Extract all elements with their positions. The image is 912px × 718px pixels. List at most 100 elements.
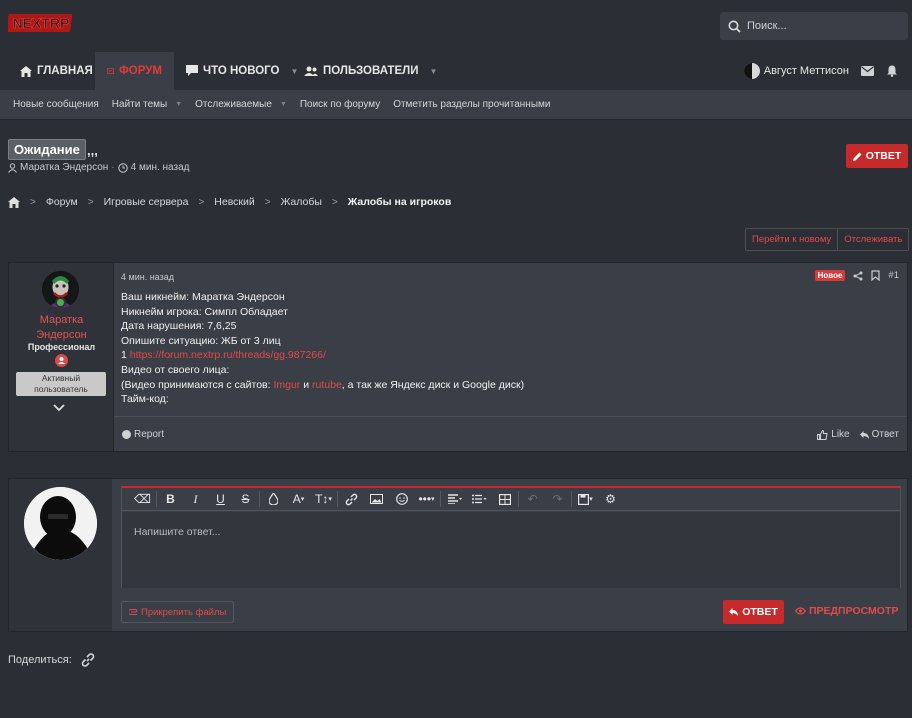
attach-files-button[interactable]: Прикрепить файлы: [121, 601, 235, 623]
thread-author[interactable]: Маратка Эндерсон: [20, 162, 108, 173]
home-icon: [20, 65, 32, 77]
like-label: Like: [831, 429, 850, 440]
submit-reply-button[interactable]: ОТВЕТ: [723, 600, 784, 624]
user-icon: [8, 162, 17, 173]
list-icon[interactable]: [467, 488, 492, 510]
reply-label: Ответ: [871, 429, 899, 440]
search-input[interactable]: Поиск...: [720, 12, 908, 40]
strikethrough-icon[interactable]: S: [233, 488, 258, 510]
goto-new-button[interactable]: Перейти к новому: [746, 229, 837, 250]
link-icon[interactable]: [339, 488, 364, 510]
bold-icon[interactable]: B: [158, 488, 183, 510]
bell-icon[interactable]: [886, 65, 898, 77]
eraser-icon[interactable]: ⌫: [130, 488, 155, 510]
user-menu[interactable]: Август Меттисон: [743, 63, 849, 79]
image-icon[interactable]: [364, 488, 389, 510]
post-line: Ваш никнейм: Маратка Эндерсон: [121, 291, 285, 303]
site-logo[interactable]: NEXTRP: [6, 11, 74, 35]
like-button[interactable]: Like: [817, 429, 850, 440]
breadcrumb-nevsky[interactable]: Невский: [214, 196, 254, 208]
post-username[interactable]: Маратка Эндерсон: [9, 313, 114, 343]
smiley-icon[interactable]: [389, 488, 414, 510]
status-badge: Активный пользователь: [16, 372, 106, 396]
top-bar: NEXTRP Поиск...: [0, 0, 912, 52]
breadcrumb-servers[interactable]: Игровые сервера: [104, 196, 189, 208]
status-line2: пользователь: [34, 384, 88, 394]
report-button[interactable]: Report: [122, 429, 164, 440]
tab-home[interactable]: ГЛАВНАЯ: [20, 52, 93, 90]
tab-users[interactable]: ПОЛЬЗОВАТЕЛИ ▼: [304, 52, 437, 90]
underline-icon[interactable]: U: [208, 488, 233, 510]
link-icon[interactable]: [80, 652, 96, 668]
chevron-down-icon[interactable]: ▼: [280, 101, 287, 108]
chevron-down-icon[interactable]: ▼: [291, 67, 299, 76]
post-line: Опишите ситуацию: ЖБ от 3 лиц: [121, 334, 281, 347]
mail-icon[interactable]: [861, 66, 874, 76]
table-icon[interactable]: [492, 488, 517, 510]
post-content: Ваш никнейм: Маратка Эндерсон Никнейм иг…: [121, 290, 524, 407]
search-icon: [728, 20, 741, 33]
post-reactions: Like Ответ: [817, 429, 899, 440]
watch-button[interactable]: Отслеживать: [837, 229, 908, 250]
font-icon[interactable]: A ▾: [286, 488, 311, 510]
chevron-right-icon: >: [331, 196, 338, 208]
user-name: Август Меттисон: [763, 65, 849, 77]
subnav-new-posts[interactable]: Новые сообщения: [13, 99, 99, 110]
imgur-link[interactable]: Imgur: [273, 379, 300, 391]
post-line: Дата нарушения: 7,6,25: [121, 320, 237, 333]
thread-time[interactable]: 4 мин. назад: [131, 162, 190, 173]
svg-text:NEXTRP: NEXTRP: [13, 15, 70, 31]
toolbar-separator: [156, 491, 157, 507]
drafts-icon[interactable]: ▾: [573, 488, 598, 510]
color-icon[interactable]: [261, 488, 286, 510]
breadcrumb-player-complaints[interactable]: Жалобы на игроков: [348, 196, 452, 208]
align-icon[interactable]: [442, 488, 467, 510]
preview-button[interactable]: ПРЕДПРОСМОТР: [795, 605, 898, 617]
post-line: Тайм-код:: [121, 393, 169, 406]
quote-reply-button[interactable]: Ответ: [859, 429, 899, 440]
eye-icon: [795, 607, 806, 615]
reply-icon: [859, 430, 869, 439]
undo-icon[interactable]: ↶: [520, 488, 545, 510]
chevron-down-icon[interactable]: ▼: [429, 67, 437, 76]
tab-forum[interactable]: ФОРУМ: [95, 52, 174, 90]
redo-icon[interactable]: ↷: [545, 488, 570, 510]
bookmark-icon[interactable]: [871, 270, 881, 281]
tab-whats-new[interactable]: ЧТО НОВОГО ▼: [186, 52, 298, 90]
post-number[interactable]: #1: [888, 270, 899, 281]
reply-button[interactable]: ОТВЕТ: [846, 144, 908, 168]
more-icon[interactable]: ••• ▾: [414, 488, 439, 510]
breadcrumb-complaints[interactable]: Жалобы: [281, 196, 322, 208]
chevron-down-icon[interactable]: ▼: [175, 101, 182, 108]
evidence-link[interactable]: https://forum.nextrp.ru/threads/gg.98726…: [130, 349, 326, 361]
tab-home-label: ГЛАВНАЯ: [37, 65, 93, 77]
post-header-actions: Новое #1: [814, 270, 899, 281]
breadcrumb-forum[interactable]: Форум: [46, 196, 78, 208]
chevron-right-icon: >: [198, 196, 205, 208]
settings-icon[interactable]: ⚙: [598, 488, 623, 510]
post-time[interactable]: 4 мин. назад: [121, 272, 174, 282]
post-text: (Видео принимаются с сайтов:: [121, 378, 274, 391]
home-icon[interactable]: [8, 196, 20, 208]
rutube-link[interactable]: rutube: [312, 379, 342, 391]
user-badge-icon: [55, 354, 68, 367]
subnav-mark-read[interactable]: Отметить разделы прочитанными: [393, 99, 550, 110]
attach-files-label: Прикрепить файлы: [141, 606, 227, 618]
post-line: 1 https://forum.nextrp.ru/threads/gg.987…: [121, 348, 524, 363]
share-icon[interactable]: [853, 271, 863, 281]
new-badge: Новое: [814, 270, 846, 281]
preview-label: ПРЕДПРОСМОТР: [809, 605, 899, 617]
italic-icon[interactable]: I: [183, 488, 208, 510]
editor-toolbar: ⌫ B I U S A ▾ T↕ ▾ ••• ▾ ↶ ↷ ▾ ⚙: [122, 488, 900, 511]
subnav-find-threads[interactable]: Найти темы: [112, 99, 167, 110]
tab-whats-new-label: ЧТО НОВОГО: [203, 65, 280, 77]
chevron-down-icon[interactable]: [53, 403, 65, 415]
subnav-search-forums[interactable]: Поиск по форуму: [300, 99, 380, 110]
subnav-watched[interactable]: Отслеживаемые: [195, 99, 272, 110]
reply-button-label: ОТВЕТ: [865, 150, 902, 162]
chevron-right-icon: >: [87, 196, 94, 208]
font-size-icon[interactable]: T↕ ▾: [311, 488, 336, 510]
reply-textarea[interactable]: Напишите ответ...: [122, 512, 900, 588]
rich-text-editor: ⌫ B I U S A ▾ T↕ ▾ ••• ▾ ↶ ↷ ▾ ⚙ Напишит…: [121, 486, 901, 588]
online-indicator: [55, 297, 66, 308]
